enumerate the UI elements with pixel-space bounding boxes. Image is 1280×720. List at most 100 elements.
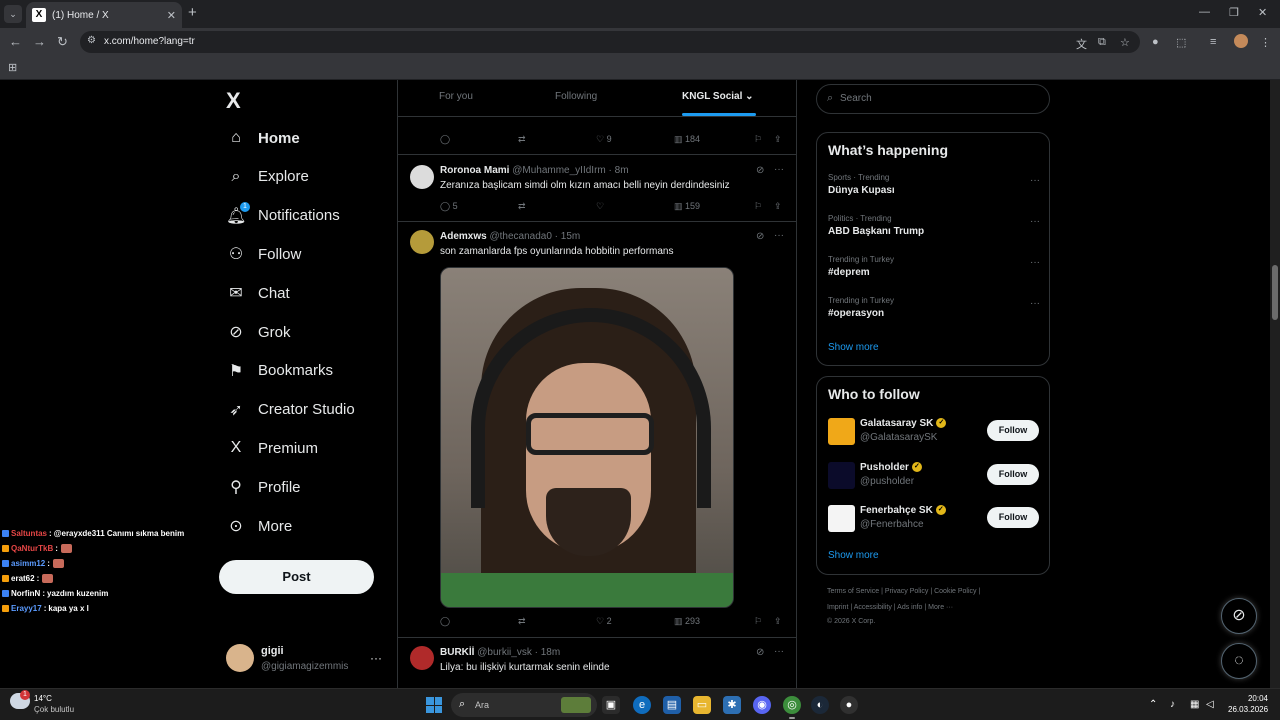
translate-icon[interactable]: 文: [1076, 36, 1087, 52]
retweet-icon[interactable]: ⇄: [518, 134, 526, 145]
tray-chevron-icon[interactable]: ⌃: [1149, 699, 1157, 710]
share-icon[interactable]: ⇪: [774, 134, 782, 145]
tweet[interactable]: BURKİİ @burkii_vsk · 18m ⊘ ··· Lilya: bu…: [398, 638, 796, 688]
tweet-more-icon[interactable]: ···: [774, 164, 784, 175]
trend-item[interactable]: Trending in Turkey #deprem ···: [828, 255, 1040, 278]
account-logo[interactable]: [828, 505, 855, 532]
trend-more-icon[interactable]: ···: [1030, 257, 1040, 268]
new-tab-icon[interactable]: +: [188, 5, 197, 21]
tweet-more-icon[interactable]: ···: [774, 646, 784, 657]
taskbar-search[interactable]: ⌕ Ara: [451, 693, 597, 717]
chrome-icon[interactable]: ◎: [783, 696, 801, 719]
grok-icon[interactable]: ⊘: [756, 231, 764, 242]
restore-icon[interactable]: ❐: [1229, 6, 1239, 19]
account-more-icon[interactable]: ···: [370, 651, 382, 665]
avatar[interactable]: [410, 646, 434, 670]
tab-following[interactable]: Following: [555, 91, 597, 102]
task-view-icon[interactable]: ▣: [602, 696, 620, 714]
x-logo-icon[interactable]: X: [226, 88, 241, 114]
author-name[interactable]: Roronoa Mami: [440, 165, 509, 176]
follow-button[interactable]: Follow: [987, 463, 1039, 485]
avatar[interactable]: [410, 230, 434, 254]
reply-icon[interactable]: ◯: [440, 134, 450, 145]
nav-item-notifications[interactable]: 🔔︎ 1 Notifications: [226, 201, 340, 231]
search-input[interactable]: ⌕ Search: [816, 84, 1050, 114]
tweet-time[interactable]: 15m: [561, 231, 580, 242]
browser-profile-avatar[interactable]: [1234, 34, 1248, 48]
nav-item-chat[interactable]: ✉ Chat: [226, 278, 289, 308]
tweet-image[interactable]: [440, 267, 734, 608]
browser-tab[interactable]: X (1) Home / X ✕: [26, 2, 182, 28]
follow-show-more-link[interactable]: Show more: [828, 550, 879, 561]
omnibox[interactable]: ⚙ x.com/home?lang=tr 文 ⧉ ☆: [80, 31, 1140, 53]
share-icon[interactable]: ⇪: [774, 616, 782, 627]
nav-item-more[interactable]: ⊙ More: [226, 511, 292, 541]
like-icon[interactable]: ♡ 2: [596, 616, 612, 627]
retweet-icon[interactable]: ⇄: [518, 201, 526, 212]
trends-show-more-link[interactable]: Show more: [828, 342, 879, 353]
grok-icon[interactable]: ⊘: [756, 647, 764, 658]
bookmark-star-icon[interactable]: ☆: [1120, 36, 1130, 49]
nav-item-creator-studio[interactable]: ➶ Creator Studio: [226, 395, 354, 425]
tweet[interactable]: Ademxws @thecanada0 · 15m ⊘ ··· son zama…: [398, 222, 796, 638]
nav-item-bookmarks[interactable]: ⚑ Bookmarks: [226, 356, 333, 386]
extensions-puzzle-icon[interactable]: ⬚: [1176, 36, 1186, 49]
bookmark-icon[interactable]: ⚐: [754, 201, 762, 212]
window-close-icon[interactable]: ✕: [1258, 6, 1267, 19]
post-button[interactable]: Post: [219, 560, 374, 594]
forward-icon[interactable]: →: [33, 35, 46, 49]
trend-item[interactable]: Sports · Trending Dünya Kupası ···: [828, 173, 1040, 196]
tweet[interactable]: Roronoa Mami @Muhamme_yIIdIrm · 8m ⊘ ···…: [398, 155, 796, 222]
grok-float-button[interactable]: ⊘: [1221, 598, 1257, 634]
bookmark-icon[interactable]: ⚐: [754, 616, 762, 627]
views-icon[interactable]: ▥ 159: [674, 201, 700, 212]
trend-item[interactable]: Trending in Turkey #operasyon ···: [828, 296, 1040, 319]
account-logo[interactable]: [828, 461, 855, 489]
app-icon[interactable]: ✱: [723, 696, 741, 714]
tab-close-icon[interactable]: ✕: [167, 9, 176, 22]
trend-item[interactable]: Politics · Trending ABD Başkanı Trump ···: [828, 214, 1040, 237]
views-icon[interactable]: ▥ 184: [674, 134, 700, 145]
discord-icon[interactable]: ◉: [753, 696, 771, 714]
follow-suggestion[interactable]: Fenerbahçe SK ✓ @Fenerbahce Follow: [828, 504, 1040, 534]
back-icon[interactable]: ←: [9, 35, 22, 49]
temperature[interactable]: 14°C: [34, 694, 52, 703]
like-icon[interactable]: ♡ 9: [596, 134, 612, 145]
tweet-time[interactable]: 8m: [615, 165, 629, 176]
tweet-more-icon[interactable]: ···: [774, 230, 784, 241]
volume-icon[interactable]: ◁: [1206, 699, 1214, 710]
steam-icon[interactable]: ◐: [811, 696, 829, 714]
avatar[interactable]: [410, 165, 434, 189]
nav-item-grok[interactable]: ⊘ Grok: [226, 317, 290, 347]
nav-item-profile[interactable]: ⚲ Profile: [226, 472, 300, 502]
follow-suggestion[interactable]: Galatasaray SK ✓ @GalatasaraySK Follow: [828, 417, 1040, 447]
reload-icon[interactable]: ↻: [57, 35, 68, 49]
minimize-icon[interactable]: —: [1199, 6, 1210, 18]
share-icon[interactable]: ⇪: [774, 201, 782, 212]
nav-item-home[interactable]: ⌂ Home: [226, 123, 300, 153]
trend-more-icon[interactable]: ···: [1030, 298, 1040, 309]
grok-icon[interactable]: ⊘: [756, 165, 764, 176]
file-explorer-icon[interactable]: ▭: [693, 696, 711, 714]
scrollbar-thumb[interactable]: [1272, 265, 1278, 320]
edge-icon[interactable]: e: [633, 696, 651, 714]
microphone-icon[interactable]: ♪: [1170, 699, 1175, 710]
follow-suggestion[interactable]: Pusholder ✓ @pusholder Follow: [828, 461, 1040, 491]
page-scrollbar[interactable]: [1270, 80, 1280, 688]
nav-item-premium[interactable]: X Premium: [226, 433, 318, 463]
tweet-time[interactable]: 18m: [541, 647, 560, 658]
follow-button[interactable]: Follow: [987, 507, 1039, 528]
apps-grid-icon[interactable]: ⊞: [8, 61, 17, 74]
tab-for-you[interactable]: For you: [439, 91, 473, 102]
nav-item-follow[interactable]: ⚇ Follow: [226, 239, 302, 269]
reply-icon[interactable]: ◯ 5: [440, 201, 458, 212]
suggestion-name[interactable]: Fenerbahçe SK: [860, 505, 933, 516]
install-app-icon[interactable]: ⧉: [1098, 36, 1106, 49]
views-icon[interactable]: ▥ 293: [674, 616, 700, 627]
trend-more-icon[interactable]: ···: [1030, 175, 1040, 186]
weather-description[interactable]: Çok bulutlu: [34, 705, 74, 714]
site-info-icon[interactable]: ⚙: [87, 35, 96, 46]
bookmark-icon[interactable]: ⚐: [754, 134, 762, 145]
store-icon[interactable]: ▤: [663, 696, 681, 714]
app-icon-2[interactable]: ●: [840, 696, 858, 714]
